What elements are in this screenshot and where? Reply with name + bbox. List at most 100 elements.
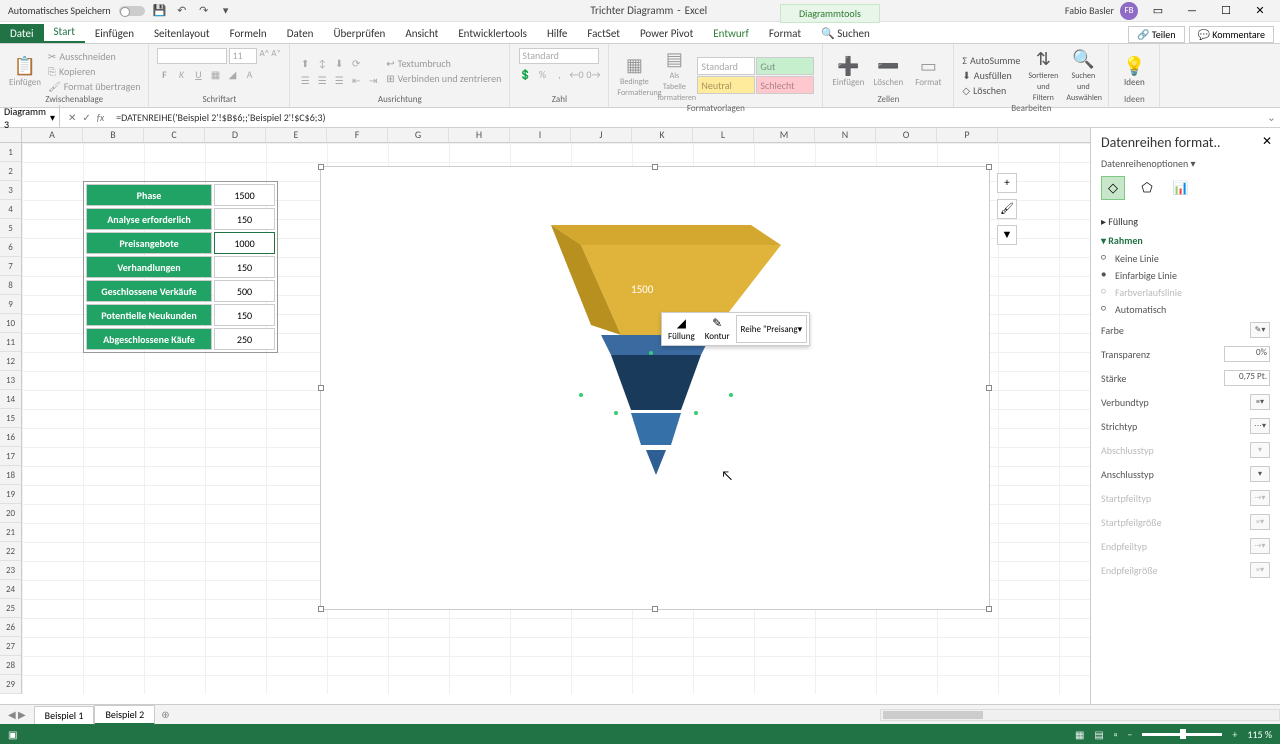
col-header[interactable]: E (266, 128, 327, 142)
join-select[interactable]: ▾ (1250, 466, 1270, 482)
compound-select[interactable]: ≡▾ (1250, 394, 1270, 410)
table-label-cell[interactable]: Abgeschlossene Käufe (86, 328, 212, 350)
row-header[interactable]: 8 (0, 276, 21, 295)
width-input[interactable]: 0,75 Pt. (1224, 370, 1270, 386)
format-painter-button[interactable]: 🖌 Format übertragen (48, 80, 140, 93)
col-header[interactable]: J (571, 128, 632, 142)
search-tab[interactable]: 🔍 Suchen (811, 24, 880, 43)
font-size-select[interactable]: 11 (229, 48, 257, 64)
zoom-in-icon[interactable]: + (1232, 728, 1237, 741)
col-header[interactable]: B (83, 128, 144, 142)
table-label-cell[interactable]: Geschlossene Verkäufe (86, 280, 212, 302)
tab-review[interactable]: Überprüfen (323, 24, 395, 43)
radio-automatic[interactable]: Automatisch (1101, 301, 1270, 318)
row-header[interactable]: 19 (0, 485, 21, 504)
zoom-level[interactable]: 115 % (1247, 728, 1272, 741)
tab-start[interactable]: Start (44, 22, 85, 43)
border-button[interactable]: ▦ (208, 68, 222, 81)
row-header[interactable]: 20 (0, 504, 21, 523)
row-header[interactable]: 25 (0, 599, 21, 618)
row-header[interactable]: 10 (0, 314, 21, 333)
tab-formulas[interactable]: Formeln (220, 24, 277, 43)
table-label-cell[interactable]: Phase (86, 184, 212, 206)
color-picker[interactable]: ✎▾ (1250, 322, 1270, 338)
conditional-format-button[interactable]: ▦Bedingte Formatierung (617, 54, 651, 98)
tab-factset[interactable]: FactSet (577, 24, 630, 43)
copy-button[interactable]: ⎘ Kopieren (48, 65, 140, 78)
user-avatar[interactable]: FB (1120, 2, 1138, 20)
fill-color-button[interactable]: ◢ (225, 68, 239, 81)
table-label-cell[interactable]: Preisangebote (86, 232, 212, 254)
tab-design[interactable]: Entwurf (703, 24, 759, 43)
col-header[interactable]: L (693, 128, 754, 142)
row-header[interactable]: 28 (0, 656, 21, 675)
page-break-icon[interactable]: ▫ (1114, 728, 1118, 741)
row-header[interactable]: 17 (0, 447, 21, 466)
format-cells-button[interactable]: ▭Format (911, 55, 945, 88)
pane-close-icon[interactable]: ✕ (1262, 134, 1272, 149)
sheet-tab-1[interactable]: Beispiel 1 (34, 706, 95, 724)
arrow-start-size-select[interactable]: ≡▾ (1250, 514, 1270, 530)
minimize-icon[interactable]: — (1178, 4, 1206, 17)
sheet-nav[interactable]: ◀ ▶ (0, 708, 34, 721)
format-table-button[interactable]: ▤Als Tabelle formatieren (657, 48, 691, 103)
table-value-cell[interactable]: 1500 (214, 184, 275, 206)
chart-styles-button[interactable]: 🖌 (997, 199, 1017, 219)
row-header[interactable]: 13 (0, 371, 21, 390)
row-header[interactable]: 1 (0, 143, 21, 162)
underline-button[interactable]: U (191, 68, 205, 81)
tab-help[interactable]: Hilfe (537, 24, 577, 43)
row-header[interactable]: 5 (0, 219, 21, 238)
style-standard[interactable]: Standard (697, 57, 755, 75)
col-header[interactable]: G (388, 128, 449, 142)
normal-view-icon[interactable]: ▦ (1075, 728, 1084, 741)
record-macro-icon[interactable]: ▣ (8, 728, 17, 741)
row-header[interactable]: 6 (0, 238, 21, 257)
comments-button[interactable]: 💬 Kommentare (1189, 26, 1274, 43)
radio-gradient-line[interactable]: Farbverlaufslinie (1101, 284, 1270, 301)
paste-button[interactable]: 📋Einfügen (8, 55, 42, 88)
add-sheet-button[interactable]: ⊕ (155, 708, 175, 721)
row-header[interactable]: 15 (0, 409, 21, 428)
table-value-cell[interactable]: 1000 (214, 232, 275, 254)
wrap-text-button[interactable]: ↩ Textumbruch (386, 57, 501, 70)
col-header[interactable]: C (144, 128, 205, 142)
arrow-end-size-select[interactable]: ≡▾ (1250, 562, 1270, 578)
row-header[interactable]: 23 (0, 561, 21, 580)
tab-developer[interactable]: Entwicklertools (448, 24, 537, 43)
select-all-corner[interactable] (0, 128, 22, 142)
clear-button[interactable]: ◇ Löschen (962, 84, 1020, 97)
sort-filter-button[interactable]: ⇅Sortieren und Filtern (1026, 48, 1060, 103)
tab-data[interactable]: Daten (277, 24, 324, 43)
table-label-cell[interactable]: Analyse erforderlich (86, 208, 212, 230)
undo-icon[interactable]: ↶ (175, 4, 189, 17)
row-header[interactable]: 11 (0, 333, 21, 352)
table-label-cell[interactable]: Potentielle Neukunden (86, 304, 212, 326)
font-color-button[interactable]: A (242, 68, 256, 81)
row-header[interactable]: 21 (0, 523, 21, 542)
customize-qat-icon[interactable]: ▾ (219, 4, 233, 17)
close-icon[interactable]: ✕ (1246, 4, 1274, 17)
fx-icon[interactable]: fx (97, 111, 104, 124)
bold-button[interactable]: F (157, 68, 171, 81)
horizontal-scrollbar[interactable] (880, 709, 1280, 721)
tab-powerpivot[interactable]: Power Pivot (630, 24, 703, 43)
tab-format[interactable]: Format (759, 24, 811, 43)
row-header[interactable]: 26 (0, 618, 21, 637)
zoom-slider[interactable] (1142, 733, 1222, 736)
cancel-icon[interactable]: ✕ (68, 111, 76, 124)
style-good[interactable]: Gut (756, 57, 814, 75)
maximize-icon[interactable]: ☐ (1212, 4, 1240, 17)
mini-fill-button[interactable]: ◢Füllung (664, 315, 699, 343)
row-header[interactable]: 9 (0, 295, 21, 314)
spreadsheet-grid[interactable]: ABCDEFGHIJKLMNOP 12345678910111213141516… (0, 128, 1090, 704)
chart-filter-button[interactable]: ▼ (997, 225, 1017, 245)
table-value-cell[interactable]: 150 (214, 208, 275, 230)
ideas-button[interactable]: 💡Ideen (1117, 55, 1151, 88)
row-header[interactable]: 29 (0, 675, 21, 694)
row-header[interactable]: 4 (0, 200, 21, 219)
table-label-cell[interactable]: Verhandlungen (86, 256, 212, 278)
table-value-cell[interactable]: 150 (214, 256, 275, 278)
row-header[interactable]: 18 (0, 466, 21, 485)
col-header[interactable]: N (815, 128, 876, 142)
